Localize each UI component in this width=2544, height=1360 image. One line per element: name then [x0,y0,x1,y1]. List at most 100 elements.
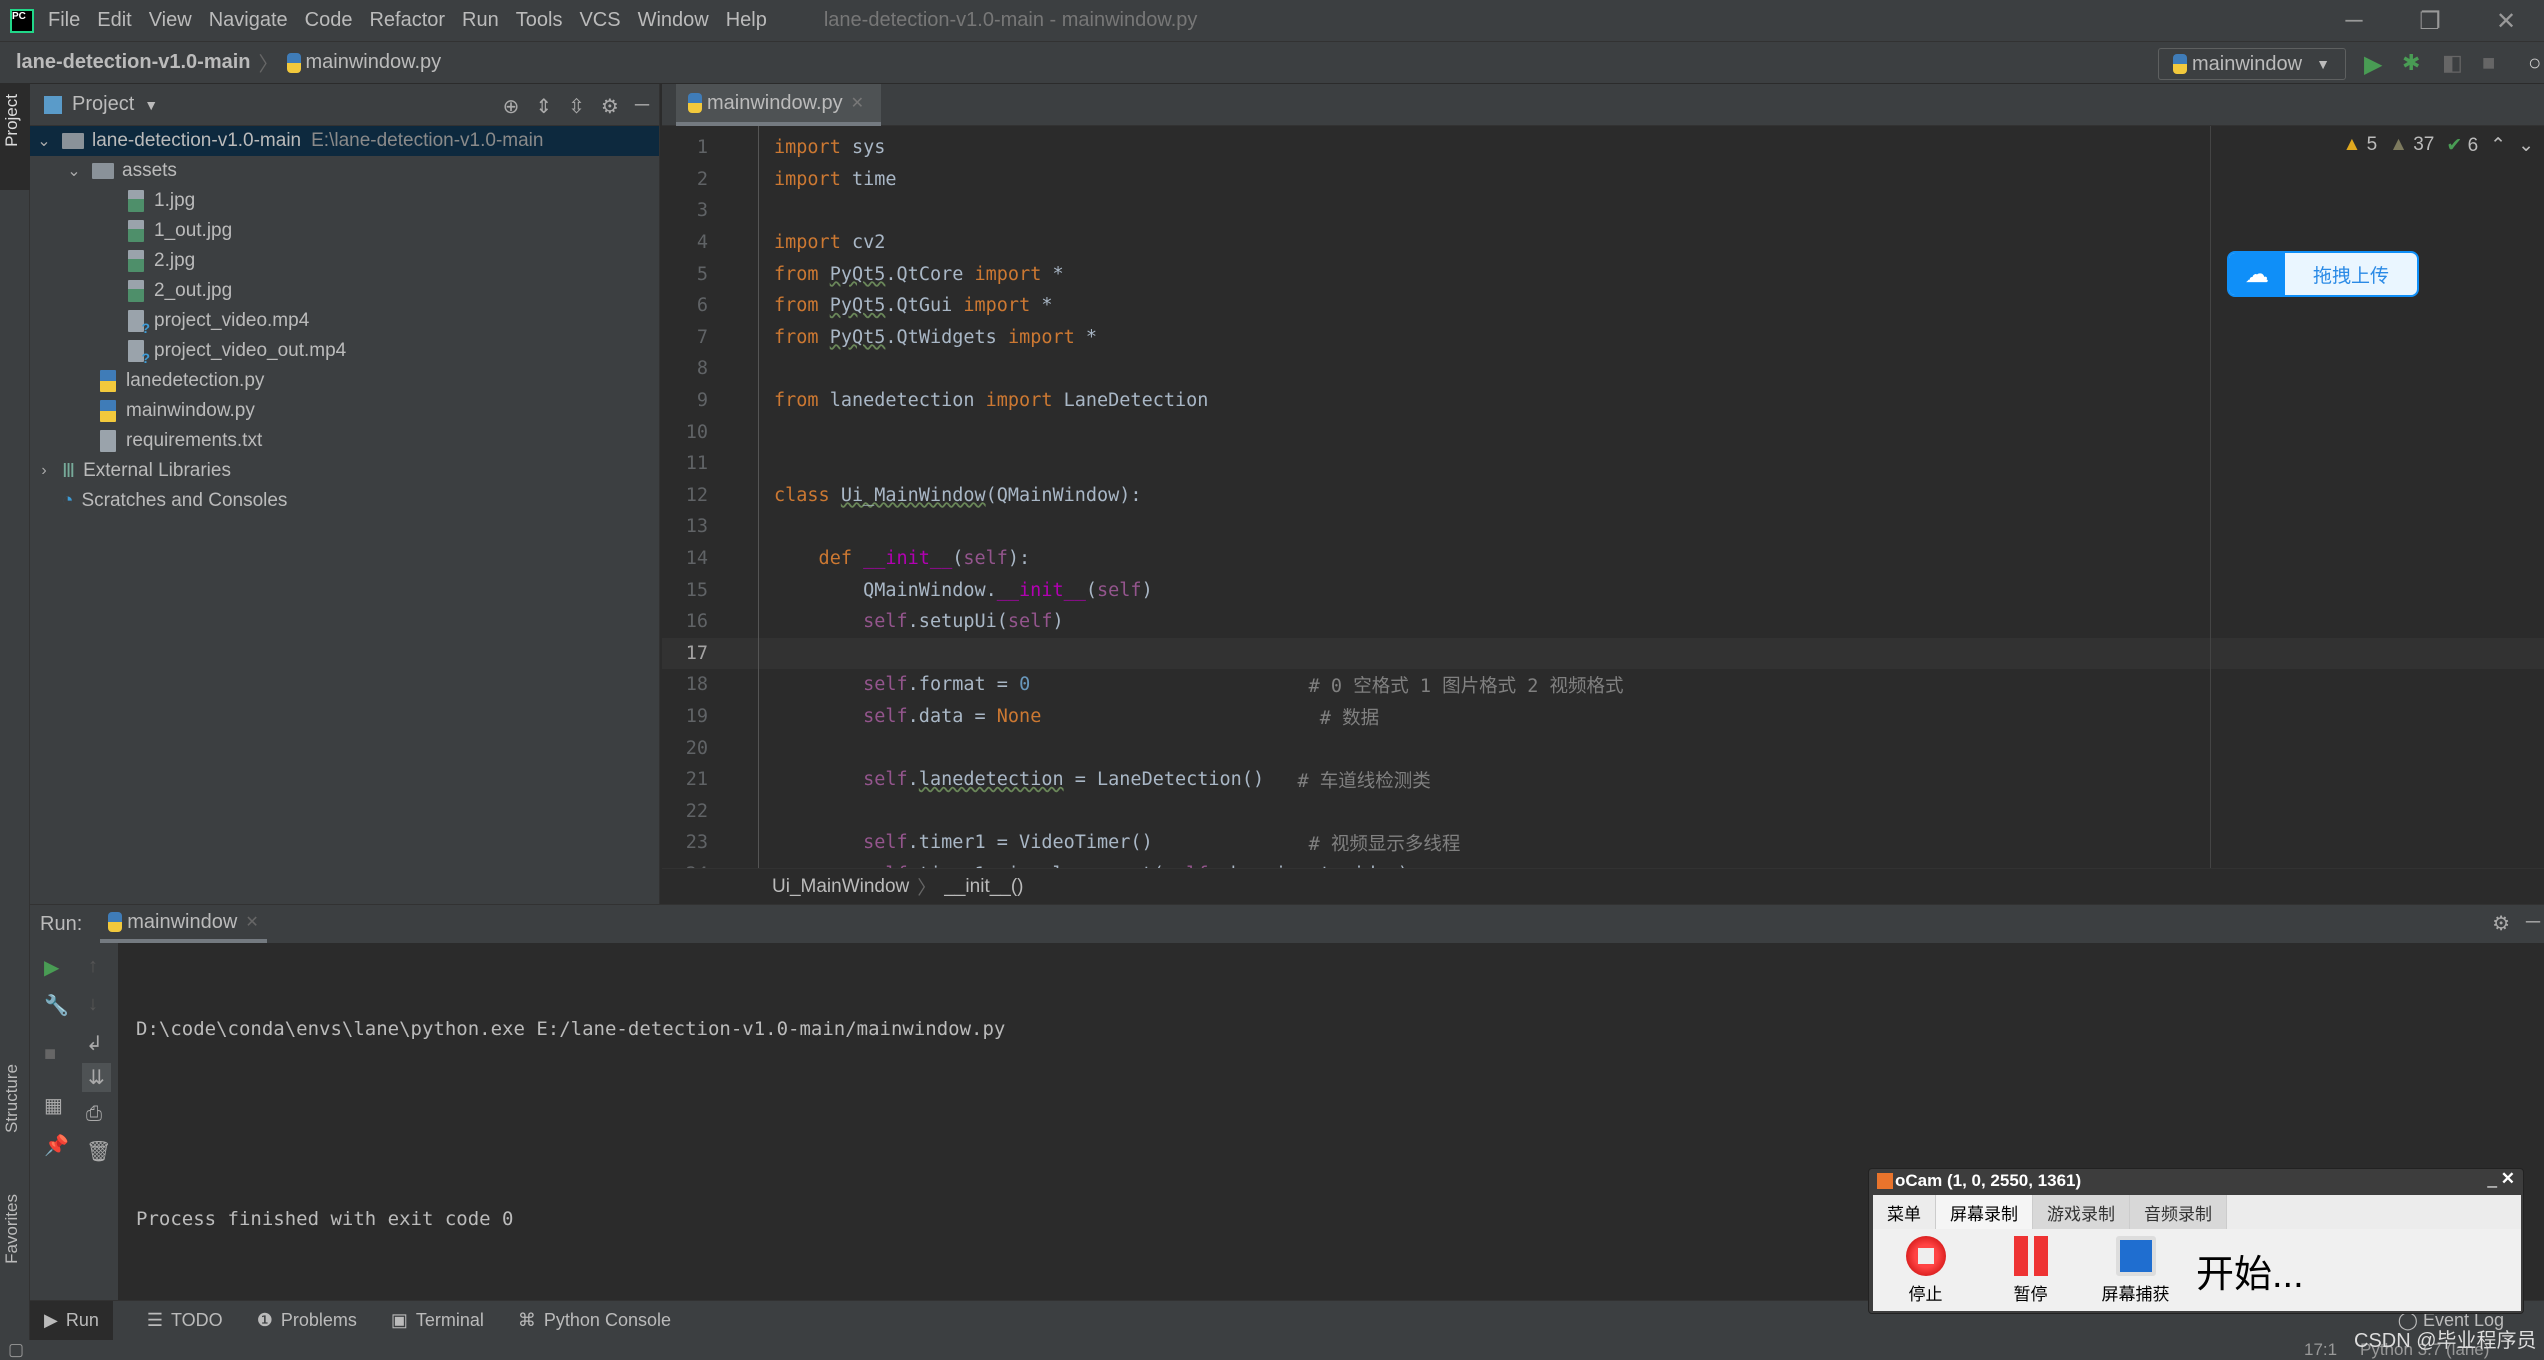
scroll-to-end-icon[interactable]: ⇊ [82,1063,111,1092]
code-line[interactable]: 10 [662,416,2544,448]
run-icon[interactable]: ▶ [2364,50,2390,78]
tree-item-external-libraries[interactable]: › Ⅲ External Libraries [30,456,659,486]
menu-navigate[interactable]: Navigate [209,9,288,32]
search-icon[interactable]: ○ [2528,50,2544,76]
ocam-stop-button[interactable]: 停止 [1873,1235,1978,1305]
toggle-tool-windows-icon[interactable]: ▢ [8,1340,24,1360]
tool-tab-todo[interactable]: ☰ TODO [147,1310,223,1331]
menu-help[interactable]: Help [726,9,767,32]
chevron-down-icon[interactable]: ⌄ [64,161,84,181]
code-line[interactable]: 11 [662,448,2544,480]
pin-icon[interactable]: 📌 [44,1133,69,1158]
hide-icon[interactable]: ─ [2526,911,2540,934]
tree-item-file[interactable]: mainwindow.py [30,396,659,426]
close-tab-icon[interactable]: ✕ [245,912,258,932]
ocam-tab-game-record[interactable]: 游戏录制 [2033,1195,2130,1229]
code-line[interactable]: 14 def __init__(self): [662,543,2544,575]
structure-tool-tab[interactable]: Structure [2,1064,22,1133]
code-line[interactable]: 1 import sys [662,132,2544,164]
favorites-tool-tab[interactable]: Favorites [2,1194,22,1264]
tree-item-root[interactable]: ⌄ lane-detection-v1.0-main E:\lane-detecti… [30,126,659,156]
code-line[interactable]: 20 [662,732,2544,764]
weak-warning-count[interactable]: ▲ 37 [2389,134,2434,157]
code-line[interactable]: 8 [662,353,2544,385]
project-view-selector[interactable]: Project [72,93,134,116]
stop-icon[interactable]: ■ [2482,50,2508,76]
code-line[interactable]: 23 self .timer1 = VideoTimer() # 视频显示多线程 [662,827,2544,859]
code-line[interactable]: 7 from PyQt5 .QtWidgets import * [662,322,2544,354]
tool-tab-run[interactable]: ▶ Run [30,1300,113,1341]
tree-item-file[interactable]: project_video.mp4 [30,306,659,336]
close-button[interactable]: ✕ [2468,7,2544,36]
breadcrumb-class[interactable]: Ui_MainWindow [772,876,909,898]
code-editor[interactable]: mainwindow.py ✕ 1 import sys 2 import time 3… [662,84,2544,904]
run-tab-mainwindow[interactable]: mainwindow ✕ [100,905,267,943]
code-line[interactable]: 3 [662,195,2544,227]
next-highlight-icon[interactable]: ⌄ [2518,134,2534,157]
gear-icon[interactable]: ⚙ [2492,911,2510,936]
menu-edit[interactable]: Edit [97,9,131,32]
code-line[interactable]: 9 from lanedetection import LaneDetection [662,385,2544,417]
menu-view[interactable]: View [149,9,192,32]
menu-tools[interactable]: Tools [516,9,563,32]
tree-item-scratches[interactable]: ◔ Scratches and Consoles [30,486,659,516]
code-line[interactable]: 21 self. lanedetection = LaneDetection() … [662,764,2544,796]
menu-file[interactable]: File [48,9,80,32]
expand-all-icon[interactable]: ⇕ [535,94,552,119]
tool-tab-problems[interactable]: ❶ Problems [257,1310,357,1331]
menu-run[interactable]: Run [462,9,499,32]
collapse-all-icon[interactable]: ⇳ [568,94,585,119]
breadcrumb-project[interactable]: lane-detection-v1.0-main [16,51,251,74]
minimize-button[interactable]: _ [2488,1169,2497,1189]
tree-item-assets[interactable]: ⌄ assets [30,156,659,186]
tree-item-file[interactable]: 1_out.jpg [30,216,659,246]
menu-refactor[interactable]: Refactor [369,9,445,32]
minimize-button[interactable]: ─ [2316,7,2392,35]
tree-item-file[interactable]: lanedetection.py [30,366,659,396]
code-line[interactable]: 2 import time [662,164,2544,196]
trash-icon[interactable]: 🗑 [86,1139,111,1164]
menu-vcs[interactable]: VCS [579,9,620,32]
console-output[interactable]: D:\code\conda\envs\lane\python.exe E:/la… [136,951,1005,1299]
tree-item-file[interactable]: 1.jpg [30,186,659,216]
tab-mainwindow-py[interactable]: mainwindow.py ✕ [676,84,881,126]
gear-icon[interactable]: ⚙ [601,94,619,119]
print-icon[interactable]: ⎙ [86,1103,102,1126]
code-line[interactable]: 16 self .setupUi(self) [662,606,2544,638]
tool-tab-terminal[interactable]: ▣ Terminal [391,1310,484,1331]
up-arrow-icon[interactable]: ↑ [88,955,98,978]
code-line[interactable]: 18 self .format = 0 # 0 空格式 1 图片格式 2 视频格式 [662,669,2544,701]
chevron-down-icon[interactable]: ⌄ [34,131,54,151]
soft-wrap-icon[interactable]: ↲ [86,1031,103,1056]
locate-icon[interactable]: ⊕ [503,94,520,119]
restore-button[interactable]: ❐ [2392,7,2468,36]
ocam-pause-button[interactable]: 暂停 [1978,1235,2083,1305]
ocam-tab-audio-record[interactable]: 音频录制 [2130,1195,2227,1229]
rerun-icon[interactable]: ▶ [44,955,59,980]
wrench-icon[interactable]: 🔧 [44,993,69,1018]
ocam-tab-menu[interactable]: 菜单 [1873,1195,1936,1229]
debug-bug-icon[interactable]: ✱ [2402,50,2428,76]
code-line[interactable]: 12 class Ui_MainWindow (QMainWindow): [662,480,2544,512]
stop-icon[interactable]: ■ [44,1043,56,1066]
code-line[interactable]: 13 [662,511,2544,543]
ocam-screen-capture-button[interactable]: 屏幕捕获 [2083,1235,2188,1305]
tree-item-file[interactable]: 2_out.jpg [30,276,659,306]
tree-item-file[interactable]: project_video_out.mp4 [30,336,659,366]
previous-highlight-icon[interactable]: ⌃ [2490,134,2506,157]
inspection-widget[interactable]: ▲ 5 ▲ 37 ✔ 6 ⌃ ⌄ [2342,134,2534,157]
breadcrumb-file[interactable]: mainwindow.py [306,51,442,74]
warning-count[interactable]: ▲ 5 [2342,134,2377,157]
baidu-upload-widget[interactable]: ☁ 拖拽上传 [2227,251,2419,297]
breadcrumb-method[interactable]: __init__() [944,876,1023,898]
tool-tab-python-console[interactable]: ⌘ Python Console [518,1310,671,1331]
code-line[interactable]: 15 QMainWindow. __init__(self) [662,574,2544,606]
ocam-tab-screen-record[interactable]: 屏幕录制 [1936,1195,2033,1229]
close-button[interactable]: ✕ [2501,1169,2515,1189]
menu-code[interactable]: Code [305,9,353,32]
code-line[interactable]: 19 self .data = None # 数据 [662,701,2544,733]
project-tool-tab[interactable]: Project [2,94,22,147]
tree-item-file[interactable]: 2.jpg [30,246,659,276]
chevron-right-icon[interactable]: › [34,462,54,480]
code-line[interactable]: 22 [662,796,2544,828]
